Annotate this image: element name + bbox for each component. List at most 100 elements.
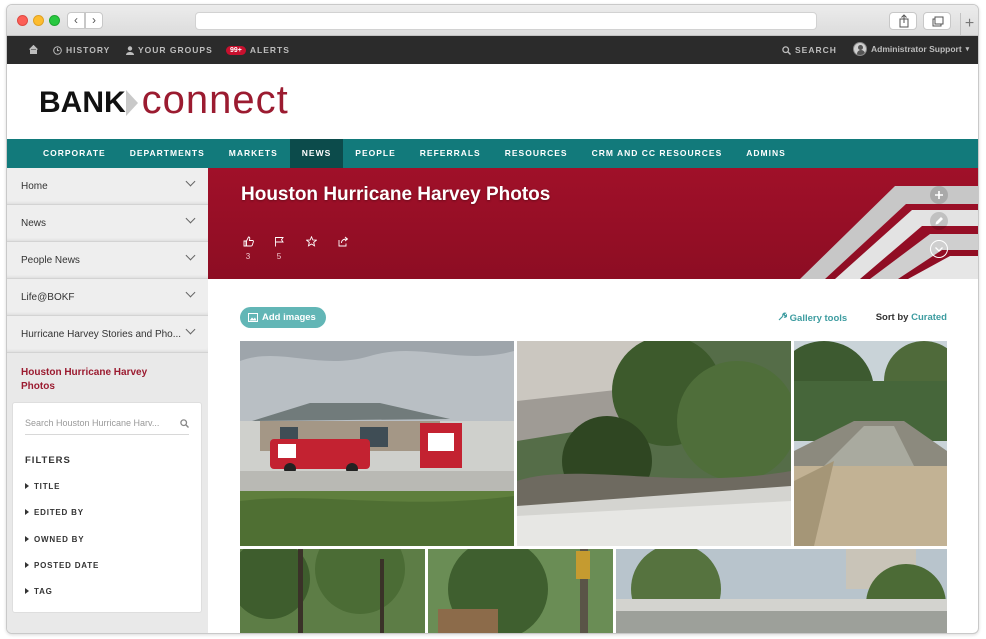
- bankconnect-logo[interactable]: BANK connect: [39, 80, 289, 120]
- share-button[interactable]: [335, 236, 351, 250]
- sidebar-item-news[interactable]: News: [7, 205, 208, 242]
- history-label: HISTORY: [66, 45, 111, 55]
- main-nav: CORPORATE DEPARTMENTS MARKETS NEWS PEOPL…: [7, 139, 978, 168]
- browser-window: ‹ › + HISTORY YOUR GROUPS 99+ ALERTS SEA…: [6, 4, 979, 634]
- caret-right-icon: [25, 536, 29, 542]
- filter-tag[interactable]: TAG: [25, 587, 53, 596]
- home-link[interactable]: [29, 45, 38, 54]
- filter-owned-by[interactable]: OWNED BY: [25, 535, 84, 544]
- sort-value[interactable]: Curated: [911, 312, 947, 323]
- chevron-down-icon[interactable]: [185, 176, 196, 187]
- tab-referrals[interactable]: REFERRALS: [408, 139, 493, 168]
- new-tab-button[interactable]: +: [960, 13, 978, 36]
- tab-departments[interactable]: DEPARTMENTS: [118, 139, 217, 168]
- share-icon: [899, 14, 909, 28]
- search-label: SEARCH: [795, 45, 837, 55]
- back-button[interactable]: ‹: [67, 12, 85, 29]
- sidebar-item-label: News: [21, 218, 47, 229]
- alerts-link[interactable]: 99+ ALERTS: [226, 45, 290, 55]
- flag-button[interactable]: 5: [271, 236, 287, 261]
- filter-posted-date[interactable]: POSTED DATE: [25, 561, 99, 570]
- current-page-label: Houston Hurricane Harvey Photos: [21, 367, 148, 392]
- utility-bar: HISTORY YOUR GROUPS 99+ ALERTS SEARCH Ad…: [7, 36, 978, 64]
- tabs-overview-button[interactable]: [923, 12, 951, 30]
- alerts-label: ALERTS: [249, 45, 290, 55]
- gallery-toolbar: Add images Gallery tools Sort by Curated: [240, 307, 947, 329]
- content-area: Home News People News Life@BOKF Hurrican…: [7, 168, 978, 633]
- edit-button[interactable]: [930, 212, 948, 230]
- alerts-badge: 99+: [226, 45, 246, 55]
- sidebar-item-label: People News: [21, 255, 80, 266]
- flag-count: 5: [276, 252, 282, 261]
- decorative-stripes: [800, 186, 978, 279]
- add-images-button[interactable]: Add images: [240, 307, 326, 328]
- sidebar-item-label: Life@BOKF: [21, 292, 75, 303]
- avatar: [853, 42, 867, 56]
- logo-area: BANK connect: [7, 64, 978, 139]
- gallery-photo-flooded-road[interactable]: [794, 341, 947, 546]
- maximize-window-button[interactable]: [49, 15, 60, 26]
- photo-trees-left-image: [240, 549, 425, 633]
- logo-arrow-icon: [125, 90, 138, 116]
- expand-button[interactable]: [930, 240, 948, 258]
- gallery-photo-trees-left[interactable]: [240, 549, 425, 633]
- address-bar[interactable]: [195, 12, 817, 30]
- wrench-icon: [778, 312, 788, 321]
- gallery-tools-link[interactable]: Gallery tools: [778, 312, 847, 324]
- filter-edited-by[interactable]: EDITED BY: [25, 508, 84, 517]
- chevron-down-icon: ▾: [965, 46, 970, 53]
- gallery-photo-bridge-rail[interactable]: [616, 549, 947, 633]
- favorite-button[interactable]: [303, 235, 319, 250]
- chevron-down-icon[interactable]: [185, 324, 196, 335]
- chevron-down-icon[interactable]: [185, 287, 196, 298]
- tab-crm-and-cc-resources[interactable]: CRM AND CC RESOURCES: [580, 139, 735, 168]
- tab-corporate[interactable]: CORPORATE: [31, 139, 118, 168]
- sidebar-item-people-news[interactable]: People News: [7, 242, 208, 279]
- sort-control[interactable]: Sort by Curated: [876, 312, 947, 323]
- chevron-down-icon[interactable]: [185, 213, 196, 224]
- photo-overpass-trees-image: [517, 341, 791, 546]
- sidebar-search-input[interactable]: Search Houston Hurricane Harv...: [25, 415, 189, 435]
- gallery-photo-trees-sign[interactable]: [428, 549, 613, 633]
- browser-chrome: ‹ › +: [7, 5, 978, 36]
- tab-news[interactable]: NEWS: [289, 139, 344, 168]
- plus-icon: [935, 191, 943, 199]
- gallery-tools-label: Gallery tools: [789, 313, 848, 324]
- forward-button[interactable]: ›: [85, 12, 103, 29]
- gallery-photo-overpass-trees[interactable]: [517, 341, 791, 546]
- home-icon: [29, 45, 38, 54]
- minimize-window-button[interactable]: [33, 15, 44, 26]
- tab-resources[interactable]: RESOURCES: [493, 139, 580, 168]
- chevron-down-icon: [935, 247, 943, 252]
- close-window-button[interactable]: [17, 15, 28, 26]
- page-title: Houston Hurricane Harvey Photos: [241, 184, 551, 205]
- user-menu[interactable]: Administrator Support ▾: [853, 42, 969, 56]
- sort-label: Sort by: [875, 312, 909, 323]
- caret-right-icon: [25, 588, 29, 594]
- sidebar-item-life-bokf[interactable]: Life@BOKF: [7, 279, 208, 316]
- thumbs-up-icon: [243, 236, 254, 247]
- star-icon: [305, 235, 317, 247]
- filter-title[interactable]: TITLE: [25, 482, 60, 491]
- chevron-down-icon[interactable]: [185, 250, 196, 261]
- search-link[interactable]: SEARCH: [782, 45, 837, 55]
- image-icon: [248, 313, 258, 322]
- sidebar-item-label: Home: [21, 181, 48, 192]
- your-groups-link[interactable]: YOUR GROUPS: [126, 45, 213, 55]
- like-button[interactable]: 3: [240, 236, 256, 261]
- tab-people[interactable]: PEOPLE: [343, 139, 407, 168]
- sidebar-item-hurricane-harvey[interactable]: Hurricane Harvey Stories and Pho...: [7, 316, 208, 353]
- flag-icon: [274, 237, 284, 247]
- gallery-photo-bank-branch[interactable]: [240, 341, 514, 546]
- sidebar-item-home[interactable]: Home: [7, 168, 208, 205]
- add-button[interactable]: [930, 186, 948, 204]
- photo-flooded-road-image: [794, 341, 947, 546]
- sidebar-current-page[interactable]: Houston Hurricane Harvey Photos: [7, 353, 208, 401]
- tabs-icon: [932, 16, 944, 27]
- tab-markets[interactable]: MARKETS: [217, 139, 290, 168]
- tab-admins[interactable]: ADMINS: [734, 139, 798, 168]
- photo-trees-sign-image: [428, 549, 613, 633]
- history-link[interactable]: HISTORY: [53, 45, 110, 55]
- share-button[interactable]: [889, 12, 917, 30]
- page-header-banner: Houston Hurricane Harvey Photos 3 5: [208, 168, 978, 279]
